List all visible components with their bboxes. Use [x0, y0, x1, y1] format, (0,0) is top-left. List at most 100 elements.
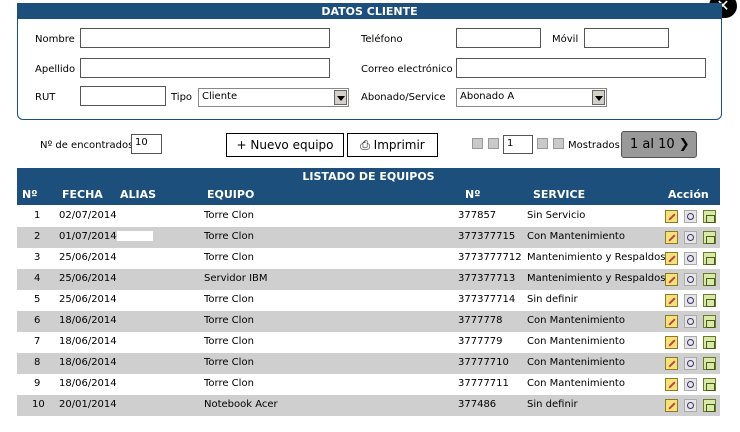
search-icon[interactable]	[684, 210, 697, 223]
prev-page-icon[interactable]	[488, 138, 499, 149]
edit-icon[interactable]	[665, 378, 678, 391]
row-alias	[117, 231, 153, 241]
encontrados-label: Nº de encontrados	[40, 140, 134, 151]
col-accion-header: Acción	[668, 188, 709, 201]
row-equipo: Torre Clon	[204, 252, 254, 263]
row-num: 8	[34, 357, 41, 368]
row-num: 9	[34, 378, 41, 389]
first-page-icon[interactable]	[472, 138, 483, 149]
search-icon[interactable]	[684, 399, 697, 412]
encontrados-input[interactable]: 10	[131, 134, 162, 154]
search-icon[interactable]	[684, 357, 697, 370]
imprimir-button[interactable]: ⎙ Imprimir	[347, 133, 438, 157]
delete-icon[interactable]	[703, 231, 716, 244]
delete-icon[interactable]	[703, 294, 716, 307]
delete-icon[interactable]	[703, 399, 716, 412]
table-row[interactable]: 5 25/06/2014 Torre Clon 377377714 Sin defini…	[17, 290, 720, 311]
edit-icon[interactable]	[665, 210, 678, 223]
row-equipo: Torre Clon	[204, 336, 254, 347]
page-input[interactable]: 1	[503, 135, 533, 154]
search-icon[interactable]	[684, 231, 697, 244]
search-icon[interactable]	[684, 378, 697, 391]
apellido-label: Apellido	[35, 64, 76, 75]
row-service: Sin Servicio	[527, 210, 586, 221]
last-page-icon[interactable]	[553, 138, 564, 149]
table-row[interactable]: 10 20/01/2014 Notebook Acer 377486 Sin defin…	[17, 395, 720, 416]
row-fecha: 18/06/2014	[59, 357, 117, 368]
row-num: 5	[34, 294, 41, 305]
abonado-select-value: Abonado A	[460, 91, 515, 102]
table-row[interactable]: 4 25/06/2014 Servidor IBM 377377713 Mantenim…	[17, 269, 720, 290]
search-icon[interactable]	[684, 252, 697, 265]
mostrados-select[interactable]: 1 al 10 ❯	[621, 131, 697, 158]
search-icon[interactable]	[684, 294, 697, 307]
row-num: 3	[34, 252, 41, 263]
delete-icon[interactable]	[703, 357, 716, 370]
edit-icon[interactable]	[665, 231, 678, 244]
row-service: Con Mantenimiento	[527, 378, 625, 389]
search-icon[interactable]	[684, 315, 697, 328]
row-num: 4	[34, 273, 41, 284]
edit-icon[interactable]	[665, 399, 678, 412]
client-panel-title: DATOS CLIENTE	[18, 4, 721, 19]
edit-icon[interactable]	[665, 315, 678, 328]
row-fecha: 20/01/2014	[59, 399, 117, 410]
edit-icon[interactable]	[665, 357, 678, 370]
search-icon[interactable]	[684, 336, 697, 349]
chevron-down-icon[interactable]	[334, 90, 347, 105]
col-equipo-header: EQUIPO	[207, 188, 255, 201]
edit-icon[interactable]	[665, 252, 678, 265]
row-fecha: 25/06/2014	[59, 273, 117, 284]
row-serie: 3773777712	[458, 252, 522, 263]
edit-icon[interactable]	[665, 294, 678, 307]
apellido-input[interactable]	[80, 58, 330, 78]
row-alias	[117, 294, 153, 304]
table-row[interactable]: 6 18/06/2014 Torre Clon 3777778 Con Mantenim…	[17, 311, 720, 332]
movil-input[interactable]	[584, 28, 669, 48]
col-fecha-header: FECHA	[62, 188, 103, 201]
row-num: 6	[34, 315, 41, 326]
row-fecha: 01/07/2014	[59, 231, 117, 242]
nuevo-equipo-button[interactable]: + Nuevo equipo	[226, 133, 344, 157]
next-page-icon[interactable]	[537, 138, 548, 149]
abonado-select[interactable]: Abonado A	[456, 88, 607, 107]
table-row[interactable]: 9 18/06/2014 Torre Clon 37777711 Con Manteni…	[17, 374, 720, 395]
row-fecha: 02/07/2014	[59, 210, 117, 221]
equipos-table-header: Nº FECHA ALIAS EQUIPO Nº SERVICE Acción	[17, 185, 720, 205]
delete-icon[interactable]	[703, 378, 716, 391]
table-row[interactable]: 3 25/06/2014 Torre Clon 3773777712 Mantenimi…	[17, 248, 720, 269]
row-num: 10	[32, 399, 45, 410]
chevron-down-icon[interactable]	[592, 90, 605, 105]
edit-icon[interactable]	[665, 336, 678, 349]
table-row[interactable]: 1 02/07/2014 Torre Clon 377857 Sin Servicio	[17, 206, 720, 227]
rut-label: RUT	[35, 92, 56, 103]
nombre-input[interactable]	[80, 28, 330, 48]
col-num-header: Nº	[22, 188, 38, 201]
table-row[interactable]: 2 01/07/2014 Torre Clon 377377715 Con Manten…	[17, 227, 720, 248]
delete-icon[interactable]	[703, 252, 716, 265]
telefono-input[interactable]	[456, 28, 541, 48]
equipos-table-title: LISTADO DE EQUIPOS	[17, 168, 720, 185]
row-service: Sin definir	[527, 294, 578, 305]
row-equipo: Torre Clon	[204, 294, 254, 305]
rut-input[interactable]	[80, 86, 166, 106]
delete-icon[interactable]	[703, 273, 716, 286]
row-fecha: 25/06/2014	[59, 252, 117, 263]
edit-icon[interactable]	[665, 273, 678, 286]
table-row[interactable]: 8 18/06/2014 Torre Clon 37777710 Con Manteni…	[17, 353, 720, 374]
row-serie: 377857	[458, 210, 497, 221]
row-serie: 3777779	[458, 336, 503, 347]
search-icon[interactable]	[684, 273, 697, 286]
table-row[interactable]: 7 18/06/2014 Torre Clon 3777779 Con Mantenim…	[17, 332, 720, 353]
correo-input[interactable]	[456, 58, 706, 78]
delete-icon[interactable]	[703, 315, 716, 328]
row-fecha: 18/06/2014	[59, 378, 117, 389]
delete-icon[interactable]	[703, 336, 716, 349]
delete-icon[interactable]	[703, 210, 716, 223]
abonado-label: Abonado/Service	[361, 92, 446, 103]
row-num: 1	[34, 210, 41, 221]
row-service: Con Mantenimiento	[527, 231, 625, 242]
nombre-label: Nombre	[35, 34, 75, 45]
row-equipo: Servidor IBM	[204, 273, 268, 284]
tipo-select[interactable]: Cliente	[198, 88, 349, 107]
